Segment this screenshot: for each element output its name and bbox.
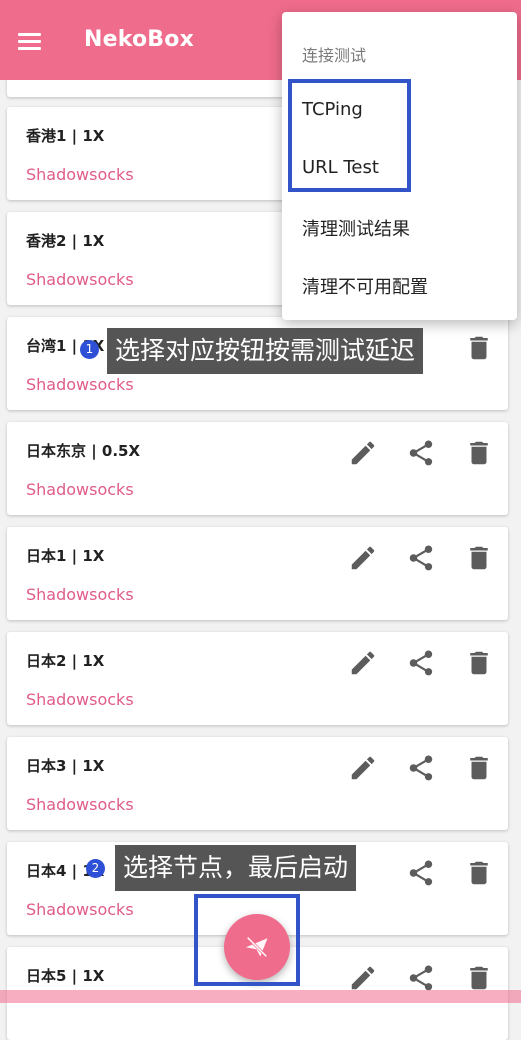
- edit-icon[interactable]: [348, 753, 378, 783]
- menu-icon[interactable]: [18, 30, 42, 50]
- profile-name: 香港2 | 1X: [26, 232, 105, 250]
- delete-icon[interactable]: [464, 648, 494, 678]
- profile-card[interactable]: 日本1 | 1X Shadowsocks: [7, 527, 508, 620]
- profile-name: 日本1 | 1X: [26, 547, 105, 565]
- bottom-bar-edge: [0, 990, 521, 1003]
- profile-name: 日本东京 | 0.5X: [26, 442, 141, 460]
- profile-name: 日本5 | 1X: [26, 967, 105, 985]
- profile-type: Shadowsocks: [26, 480, 134, 499]
- edit-icon[interactable]: [348, 963, 378, 993]
- profile-type: Shadowsocks: [26, 165, 134, 184]
- edit-icon[interactable]: [348, 543, 378, 573]
- profile-card[interactable]: 日本东京 | 0.5X Shadowsocks: [7, 422, 508, 515]
- edit-icon[interactable]: [348, 648, 378, 678]
- delete-icon[interactable]: [464, 333, 494, 363]
- tutorial-callout: 选择节点，最后启动: [115, 845, 357, 891]
- step-badge: 1: [80, 340, 99, 359]
- profile-card[interactable]: 日本2 | 1X Shadowsocks: [7, 632, 508, 725]
- menu-header: 连接测试: [302, 46, 367, 65]
- card-actions: [338, 753, 508, 783]
- profile-type: Shadowsocks: [26, 270, 134, 289]
- share-icon[interactable]: [406, 753, 436, 783]
- app-title: NekoBox: [84, 27, 194, 52]
- delete-icon[interactable]: [464, 753, 494, 783]
- profile-type: Shadowsocks: [26, 690, 134, 709]
- profile-type: Shadowsocks: [26, 900, 134, 919]
- profile-type: Shadowsocks: [26, 375, 134, 394]
- delete-icon[interactable]: [464, 858, 494, 888]
- card-actions: [338, 438, 508, 468]
- delete-icon[interactable]: [464, 963, 494, 993]
- profile-name: 日本2 | 1X: [26, 652, 105, 670]
- card-actions: [338, 543, 508, 573]
- delete-icon[interactable]: [464, 438, 494, 468]
- tutorial-callout: 选择对应按钮按需测试延迟: [107, 328, 424, 374]
- share-icon[interactable]: [406, 858, 436, 888]
- share-icon[interactable]: [406, 963, 436, 993]
- card-actions: [338, 648, 508, 678]
- share-icon[interactable]: [406, 543, 436, 573]
- share-icon[interactable]: [406, 438, 436, 468]
- profile-name: 日本3 | 1X: [26, 757, 105, 775]
- step-badge: 2: [86, 859, 105, 878]
- card-actions: [338, 858, 508, 888]
- share-icon[interactable]: [406, 648, 436, 678]
- menu-item-clear-results[interactable]: 清理测试结果: [302, 215, 410, 241]
- card-actions: [338, 963, 508, 993]
- profile-card[interactable]: 日本3 | 1X Shadowsocks: [7, 737, 508, 830]
- profile-type: Shadowsocks: [26, 585, 134, 604]
- delete-icon[interactable]: [464, 543, 494, 573]
- highlight-box-fab: [194, 894, 300, 986]
- edit-icon[interactable]: [348, 438, 378, 468]
- profile-type: Shadowsocks: [26, 795, 134, 814]
- highlight-box-menu: [288, 79, 411, 192]
- profile-name: 香港1 | 1X: [26, 127, 105, 145]
- menu-item-clear-unavailable[interactable]: 清理不可用配置: [302, 273, 428, 299]
